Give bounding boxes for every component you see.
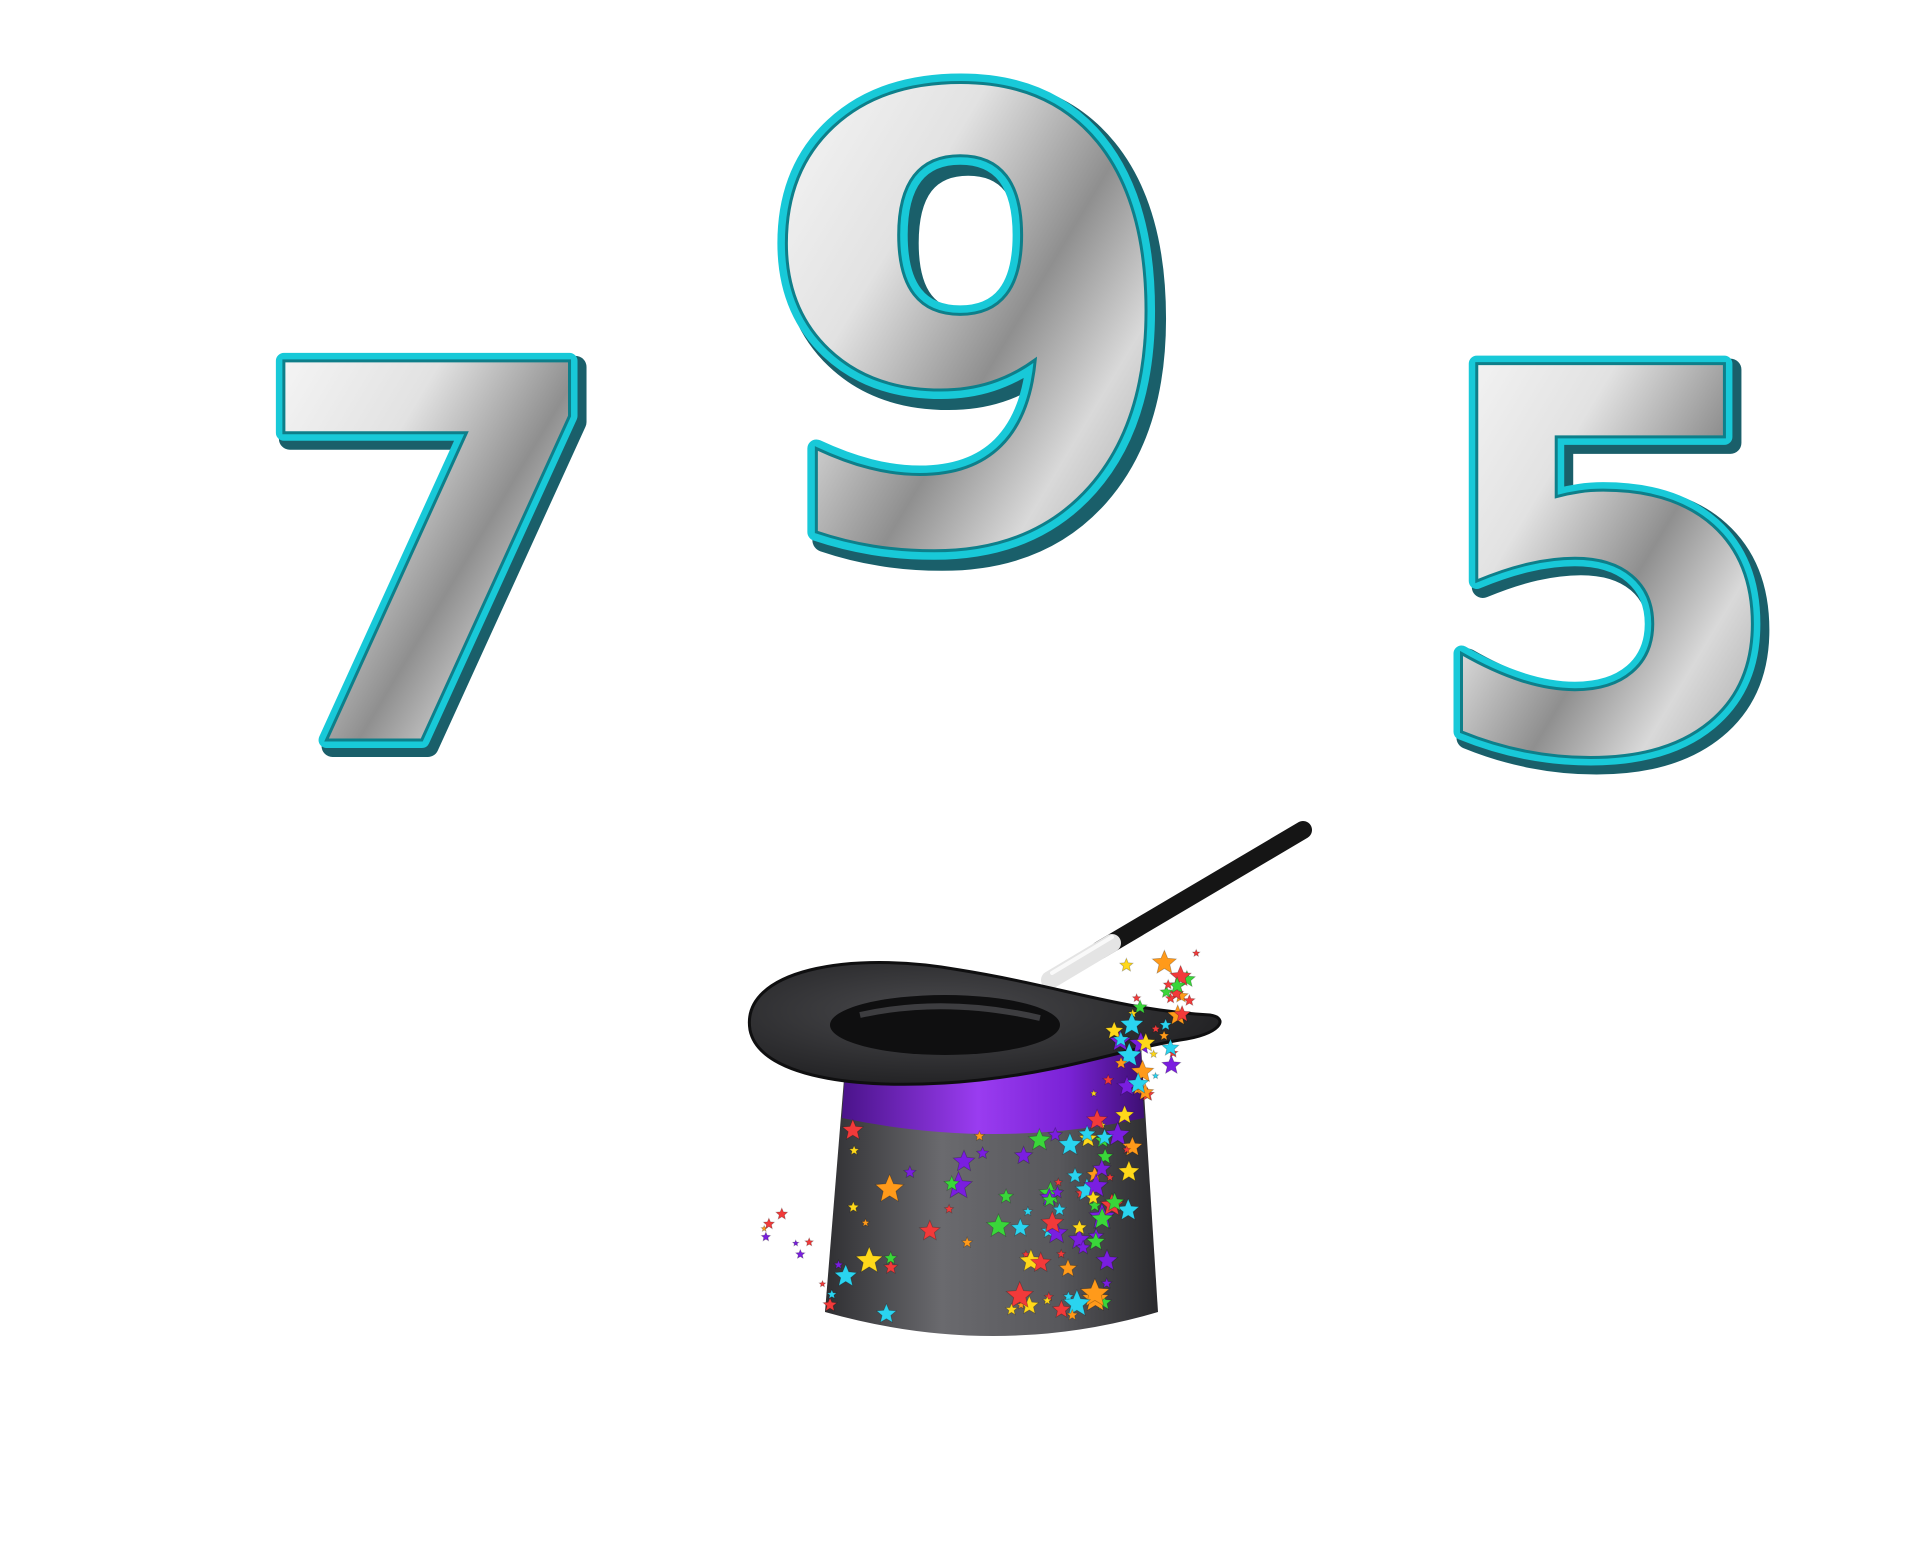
magic-wand-icon — [1041, 821, 1312, 989]
digit-text: 9 — [754, 0, 1185, 689]
digit-seven-graphic: 7 7 7 — [241, 249, 628, 880]
star-icon — [1191, 948, 1201, 958]
star-icon — [804, 1236, 815, 1247]
star-icon — [775, 1207, 789, 1220]
magic-hat-scene — [740, 800, 1320, 1420]
star-icon — [760, 1231, 772, 1242]
digit-text: 5 — [1421, 258, 1790, 875]
star-icon — [1151, 949, 1178, 974]
star-icon — [818, 1279, 827, 1288]
star-icon — [791, 1239, 800, 1247]
digit-seven: 7 7 7 — [241, 249, 628, 880]
digit-nine: 9 9 9 — [745, 0, 1205, 709]
star-icon — [1151, 1071, 1160, 1080]
star-icon — [1148, 1049, 1159, 1059]
digit-nine-graphic: 9 9 9 — [745, 0, 1205, 709]
magic-hat-icon — [747, 821, 1312, 1336]
star-icon — [794, 1248, 806, 1260]
star-icon — [1118, 957, 1134, 972]
digit-text: 7 — [249, 257, 611, 863]
canvas: 7 7 7 9 9 9 5 5 5 — [0, 0, 1920, 1567]
digit-five: 5 5 5 — [1413, 250, 1807, 892]
digit-five-graphic: 5 5 5 — [1413, 250, 1807, 892]
star-icon — [1162, 978, 1174, 990]
star-icon — [1161, 1054, 1182, 1075]
